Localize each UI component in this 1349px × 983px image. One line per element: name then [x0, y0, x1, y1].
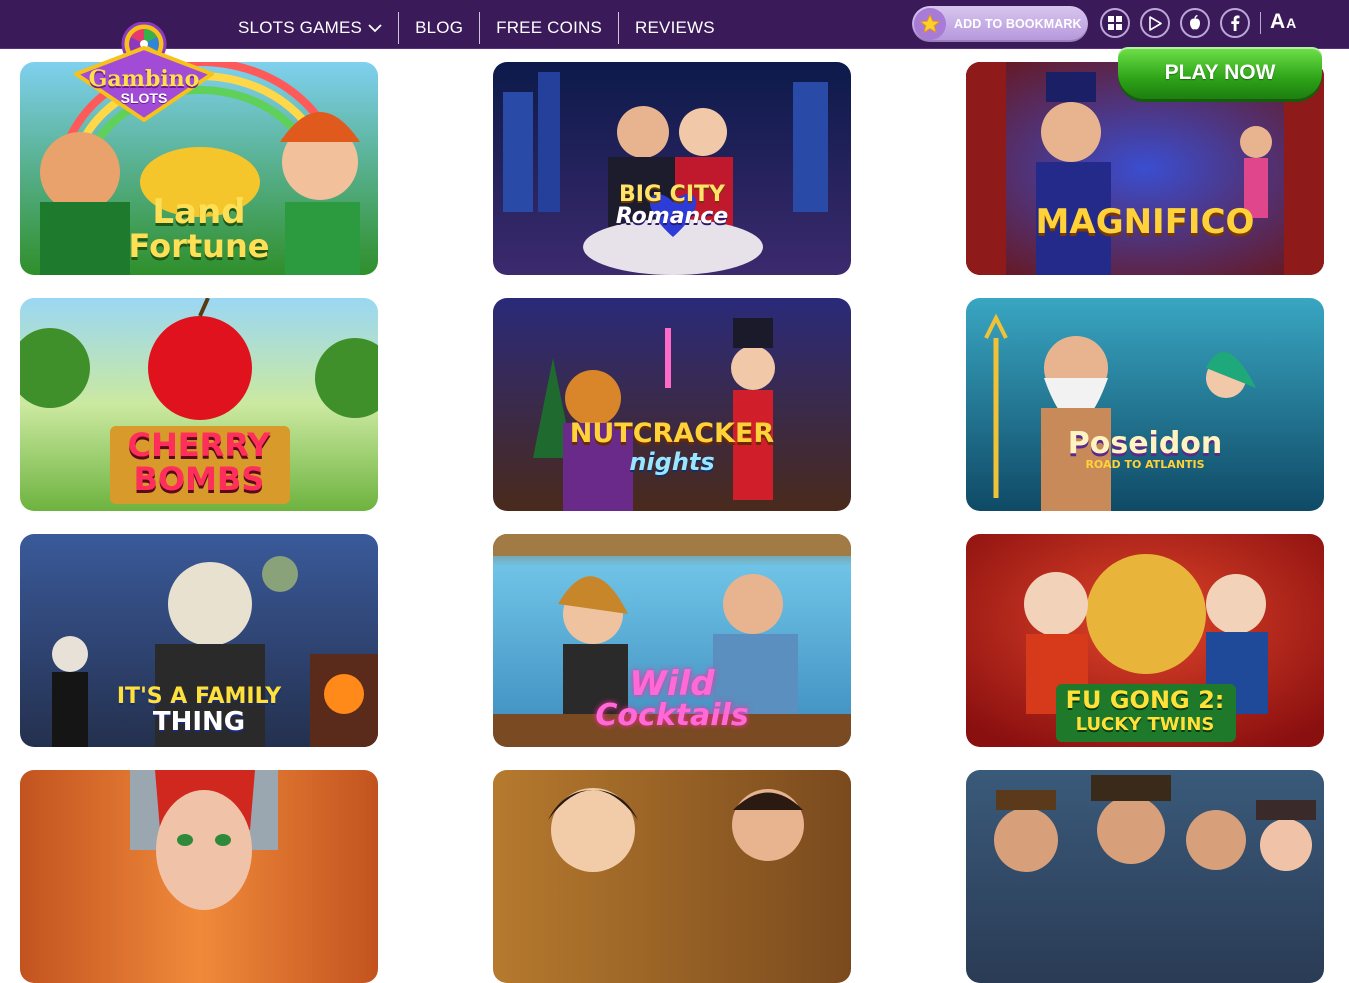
game-title-line1: IT'S A FAMILY [116, 684, 282, 709]
game-title-line1: Land [152, 192, 246, 232]
game-artwork [493, 770, 851, 983]
game-artwork [493, 62, 851, 275]
apple-icon[interactable] [1180, 8, 1210, 38]
chevron-down-icon [368, 23, 382, 33]
game-title-line1: NUTCRACKER [569, 418, 775, 449]
star-icon [914, 8, 946, 40]
main-nav: SLOTS GAMES BLOG FREE COINS REVIEWS [222, 8, 731, 44]
game-title-line2: Fortune [128, 227, 270, 265]
game-card-roaring-twenties[interactable] [493, 770, 851, 983]
gambino-slots-logo[interactable]: Gambino SLOTS [70, 21, 218, 122]
game-card-poseidon[interactable]: Poseidon ROAD TO ATLANTIS [966, 298, 1324, 511]
nav-blog-label: BLOG [415, 18, 464, 37]
game-card-its-a-family-thing[interactable]: IT'S A FAMILY THING [20, 534, 378, 747]
google-play-icon[interactable] [1140, 8, 1170, 38]
logo-text-gambino: Gambino [88, 66, 200, 92]
nav-reviews-label: REVIEWS [635, 18, 715, 37]
game-artwork [20, 770, 378, 983]
game-card-big-city-romance[interactable]: BIG CITY Romance [493, 62, 851, 275]
nav-free-coins[interactable]: FREE COINS [480, 12, 620, 44]
game-card-steampunk-outlaws[interactable] [966, 770, 1324, 983]
game-title-line2: BOMBS [133, 460, 265, 498]
game-card-nutcracker-nights[interactable]: NUTCRACKER nights [493, 298, 851, 511]
bookmark-label: ADD TO BOOKMARK [954, 17, 1082, 31]
game-card-fu-gong-2[interactable]: FU GONG 2: LUCKY TWINS [966, 534, 1324, 747]
toolbar-divider [1260, 12, 1261, 34]
play-now-button[interactable]: PLAY NOW [1118, 47, 1322, 99]
game-artwork [966, 770, 1324, 983]
game-title-line2: Romance [615, 204, 729, 229]
game-title-line2: Cocktails [595, 698, 749, 733]
logo-text-slots: SLOTS [120, 90, 168, 106]
game-title-line2: LUCKY TWINS [1075, 714, 1215, 735]
nav-blog[interactable]: BLOG [399, 12, 481, 44]
font-size-small-label: A [1286, 15, 1297, 31]
add-to-bookmark-button[interactable]: ADD TO BOOKMARK [912, 6, 1088, 42]
font-size-big-label: A [1270, 10, 1286, 33]
game-title-line1: FU GONG 2: [1065, 686, 1225, 714]
nav-slots-games[interactable]: SLOTS GAMES [222, 12, 400, 44]
facebook-icon[interactable] [1220, 8, 1250, 38]
game-artwork [966, 298, 1324, 511]
game-card-cherry-bombs[interactable]: CHERRY BOMBS [20, 298, 378, 511]
nav-slots-games-label: SLOTS GAMES [238, 18, 363, 37]
game-artwork [493, 298, 851, 511]
game-title-line2: ROAD TO ATLANTIS [1085, 458, 1205, 471]
game-title-line1: CHERRY [127, 426, 271, 464]
game-title-line1: Poseidon [1067, 426, 1223, 461]
font-size-toggle[interactable]: AA [1270, 10, 1296, 34]
game-title-line2: nights [629, 448, 715, 476]
game-card-wild-cocktails[interactable]: Wild Cocktails [493, 534, 851, 747]
game-card-space-heroine[interactable] [20, 770, 378, 983]
game-title-line1: MAGNIFICO [1035, 202, 1255, 242]
game-title-line2: THING [152, 707, 246, 737]
play-now-label: PLAY NOW [1164, 61, 1276, 84]
nav-free-coins-label: FREE COINS [496, 18, 603, 37]
nav-reviews[interactable]: REVIEWS [619, 12, 731, 44]
windows-icon[interactable] [1100, 8, 1130, 38]
